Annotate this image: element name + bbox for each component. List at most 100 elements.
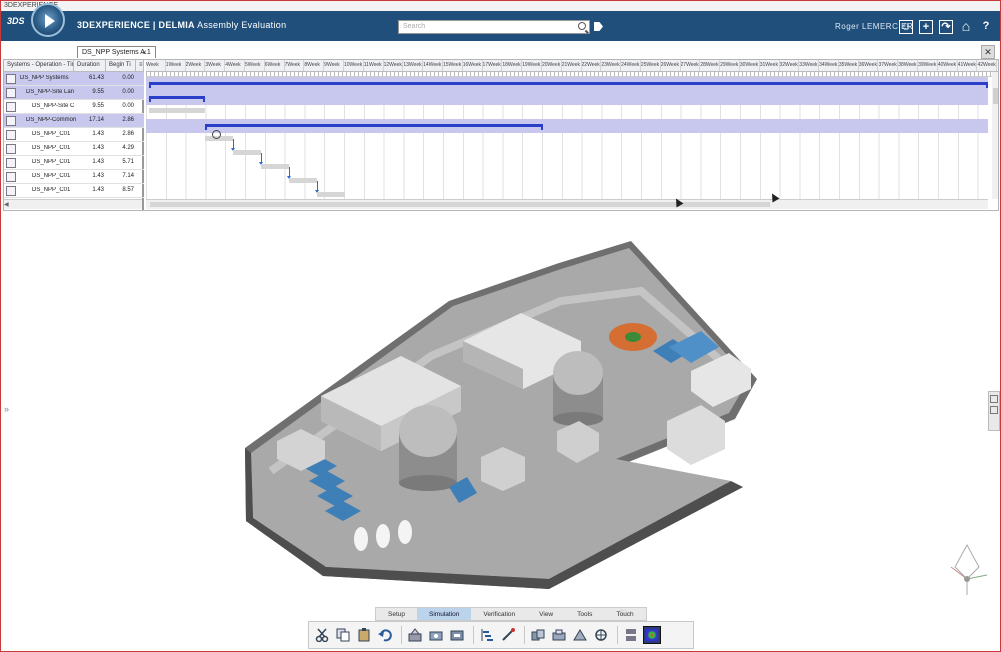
favorite-icon[interactable]: ♡ xyxy=(619,608,627,619)
week-label: 19Week xyxy=(522,60,542,71)
gantt-bar-task[interactable] xyxy=(233,150,261,155)
week-label: 41Week xyxy=(958,60,978,71)
simulation-player-icon[interactable] xyxy=(406,626,424,644)
measure-icon[interactable] xyxy=(550,626,568,644)
tab-close-icon[interactable]: × xyxy=(142,48,147,57)
gantt-bar-common[interactable] xyxy=(205,124,543,130)
row-duration: 1.43 xyxy=(92,173,104,179)
right-toolbar[interactable] xyxy=(988,391,1000,431)
week-label: 15Week xyxy=(443,60,463,71)
activity-icon xyxy=(6,172,16,182)
tab-setup[interactable]: Setup xyxy=(376,608,417,620)
vscroll-thumb[interactable] xyxy=(993,88,998,104)
actionbar-tabs: Setup Simulation Verification View Tools Touc… xyxy=(375,607,647,621)
gantt-bar-task[interactable] xyxy=(317,192,345,197)
add-icon[interactable]: + xyxy=(919,20,933,34)
row-name: DS_NPP_C01 xyxy=(32,145,71,151)
week-label: 42Week xyxy=(977,60,998,71)
time-cursor-icon[interactable] xyxy=(212,130,221,139)
gantt-bar-systems[interactable] xyxy=(149,82,988,88)
panel-close-icon[interactable]: ✕ xyxy=(981,45,995,59)
col-header-begin[interactable]: Begin Ti xyxy=(106,60,136,72)
share-icon[interactable]: ↷ xyxy=(939,20,953,34)
cut-icon[interactable] xyxy=(313,626,331,644)
window-title: 3DEXPERIENCE xyxy=(1,1,1000,11)
tree-row[interactable]: DS_NPP-Site C 9.55 0.00 xyxy=(4,100,144,114)
activity-icon xyxy=(6,88,16,98)
chart-body[interactable] xyxy=(146,77,988,199)
week-label: 26Week xyxy=(661,60,681,71)
row-duration: 9.55 xyxy=(92,103,104,109)
gantt-bar-site-c[interactable] xyxy=(149,108,205,113)
tree-row[interactable]: DS_NPP-Common 17.14 2.86 xyxy=(4,114,144,128)
tree-hscroll[interactable]: ◀ xyxy=(4,199,142,209)
tab-tools[interactable]: Tools xyxy=(565,608,604,620)
week-label: 11Week xyxy=(364,60,384,71)
tree-row[interactable]: DS_NPP_C01 1.43 8.57 xyxy=(4,184,144,198)
tool-icon[interactable] xyxy=(990,406,998,414)
tree-row[interactable]: DS_NPP_C01 1.43 2.86 xyxy=(4,128,144,142)
grid-view-icon[interactable] xyxy=(622,626,640,644)
week-label: 29Week xyxy=(720,60,740,71)
axis-triad-icon xyxy=(950,543,988,595)
undo-icon[interactable] xyxy=(376,626,394,644)
3d-compass-icon[interactable] xyxy=(945,539,995,599)
week-label: 40Week xyxy=(938,60,958,71)
section-icon[interactable] xyxy=(571,626,589,644)
assembly-icon[interactable] xyxy=(448,626,466,644)
path-icon[interactable] xyxy=(499,626,517,644)
home-icon[interactable]: ⌂ xyxy=(959,19,973,34)
timeline-header: Week 1Week 2Week 3Week 4Week 5Week 6Week 7Week 8… xyxy=(146,60,998,72)
row-duration: 1.43 xyxy=(92,187,104,193)
copy-icon[interactable] xyxy=(334,626,352,644)
activity-icon xyxy=(6,130,16,140)
play-icon xyxy=(45,14,55,28)
col-header-name[interactable]: Systems - Operation - Tim xyxy=(4,60,74,72)
row-begin: 0.00 xyxy=(122,75,134,81)
render-icon[interactable] xyxy=(643,626,661,644)
tab-view[interactable]: View xyxy=(527,608,565,620)
row-duration: 1.43 xyxy=(92,159,104,165)
col-menu-icon[interactable]: ≡ xyxy=(136,60,144,72)
3d-viewport[interactable] xyxy=(3,213,999,651)
tree-row[interactable]: DS_NPP_C01 1.43 7.14 xyxy=(4,170,144,184)
mechanism-icon[interactable] xyxy=(427,626,445,644)
separator xyxy=(473,626,474,644)
paste-icon[interactable] xyxy=(355,626,373,644)
week-label: 25Week xyxy=(641,60,661,71)
search-input[interactable]: Search xyxy=(398,20,590,34)
week-label: 6Week xyxy=(265,60,285,71)
plant-3d-model[interactable] xyxy=(3,213,999,651)
gantt-bar-site-land[interactable] xyxy=(149,96,205,102)
gantt-bar-task[interactable] xyxy=(289,178,317,183)
week-label: 18Week xyxy=(502,60,523,71)
search-icon[interactable] xyxy=(578,22,586,30)
tag-icon[interactable] xyxy=(594,22,603,31)
row-duration: 9.55 xyxy=(92,89,104,95)
week-label: 8Week xyxy=(304,60,325,71)
tree-row[interactable]: DS_NPP_C01 1.43 4.29 xyxy=(4,142,144,156)
gantt-icon[interactable] xyxy=(478,626,496,644)
chart-hscroll[interactable] xyxy=(146,199,988,209)
help-icon[interactable]: ? xyxy=(979,20,993,34)
col-header-duration[interactable]: Duration xyxy=(74,60,106,72)
row-duration: 1.43 xyxy=(92,145,104,151)
row-begin: 0.00 xyxy=(122,103,134,109)
gantt-bar-task[interactable] xyxy=(261,164,289,169)
tool-icon[interactable] xyxy=(990,395,998,403)
compass-icon[interactable] xyxy=(31,3,65,37)
tab-simulation[interactable]: Simulation xyxy=(417,608,472,620)
tree-row[interactable]: DS_NPP-Site Lan 9.55 0.00 xyxy=(4,86,144,100)
sweep-icon[interactable] xyxy=(592,626,610,644)
chart-vscroll[interactable] xyxy=(992,72,998,199)
tree-row[interactable]: DS_NPP Systems A.1 61.43 0.00 xyxy=(4,72,144,86)
top-bar: 3DS 3DEXPERIENCE | DELMIA Assembly Evalu… xyxy=(1,11,1000,41)
clash-icon[interactable] xyxy=(529,626,547,644)
tree-row[interactable]: DS_NPP_C01 1.43 5.71 xyxy=(4,156,144,170)
week-label: 36Week xyxy=(859,60,879,71)
week-label: 39Week xyxy=(918,60,938,71)
tab-verification[interactable]: Verification xyxy=(471,608,527,620)
user-icon[interactable]: ☺ xyxy=(899,20,913,34)
expand-left-icon[interactable]: » xyxy=(4,404,9,414)
week-label: 2Week xyxy=(186,60,206,71)
